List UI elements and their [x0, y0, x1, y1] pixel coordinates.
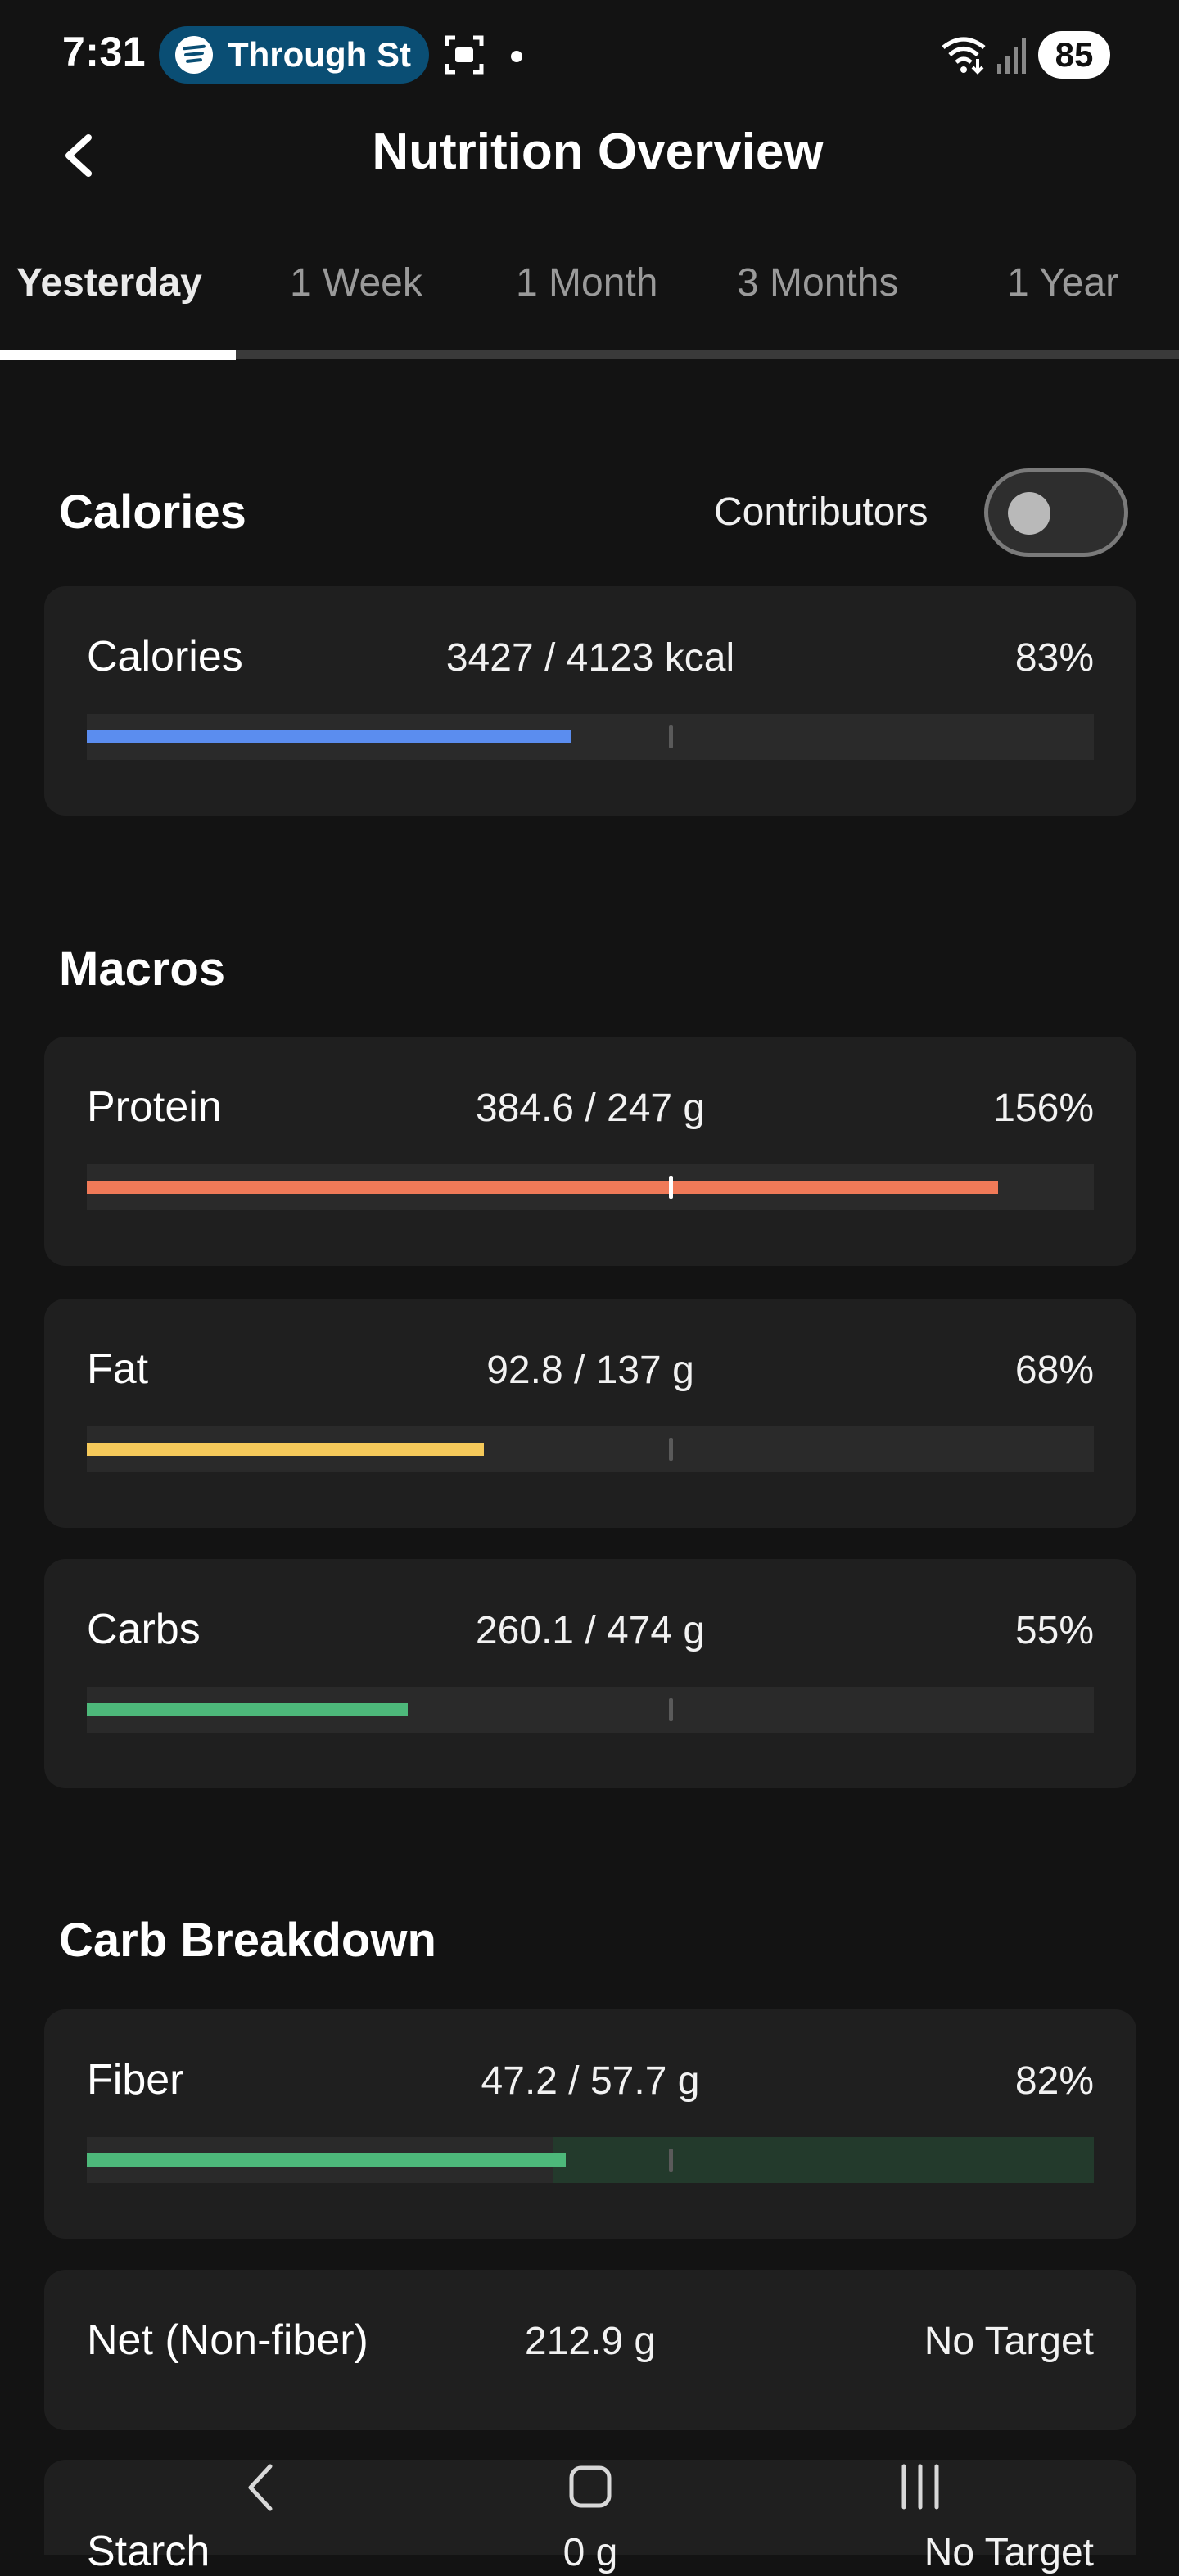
contributors-toggle[interactable]: [984, 468, 1128, 557]
tab-yesterday[interactable]: Yesterday: [16, 260, 202, 305]
net-non-fiber-card[interactable]: Net (Non-fiber) 212.9 g No Target: [44, 2270, 1136, 2430]
nutrient-amount: 92.8 / 137 g: [486, 1349, 694, 1392]
section-title-macros: Macros: [59, 942, 226, 996]
nutrient-percent: 82%: [1014, 2059, 1094, 2103]
nutrient-amount: 47.2 / 57.7 g: [481, 2059, 700, 2103]
notification-dot: [511, 51, 522, 62]
calories-card[interactable]: Calories 3427 / 4123 kcal 83%: [44, 586, 1136, 816]
tab-1-week[interactable]: 1 Week: [290, 260, 422, 305]
target-marker: [669, 1698, 674, 1721]
nutrient-percent: 68%: [1014, 1349, 1094, 1392]
spotify-icon: [175, 36, 213, 74]
fiber-card[interactable]: Fiber 47.2 / 57.7 g 82%: [44, 2009, 1136, 2239]
progress-track: [87, 2137, 1094, 2183]
nutrient-percent: No Target: [924, 2531, 1094, 2574]
nav-back-icon[interactable]: [242, 2461, 278, 2514]
screenshot-icon: [445, 35, 484, 75]
progress-fill: [87, 1181, 998, 1194]
target-marker: [669, 1438, 674, 1461]
contributors-label: Contributors: [714, 490, 928, 534]
toggle-knob: [1008, 492, 1050, 535]
progress-fill: [87, 1703, 409, 1716]
progress-track: [87, 1687, 1094, 1733]
nutrient-amount: 260.1 / 474 g: [475, 1609, 706, 1652]
progress-fill: [87, 1443, 485, 1456]
tab-1-month[interactable]: 1 Month: [516, 260, 657, 305]
progress-track: [87, 1164, 1094, 1210]
page-title: Nutrition Overview: [372, 124, 824, 180]
section-title-calories: Calories: [59, 486, 246, 539]
nutrient-amount: 3427 / 4123 kcal: [445, 636, 735, 680]
media-notification-pill[interactable]: Through St: [159, 26, 429, 84]
media-title: Through St: [228, 35, 411, 74]
nutrient-percent: 55%: [1014, 1609, 1094, 1652]
progress-track: [87, 714, 1094, 760]
nutrient-percent: 83%: [1014, 636, 1094, 680]
tab-indicator: [0, 350, 236, 360]
tab-3-months[interactable]: 3 Months: [737, 260, 898, 305]
tab-1-year[interactable]: 1 Year: [1007, 260, 1118, 305]
section-title-carb-breakdown: Carb Breakdown: [59, 1914, 436, 1967]
nutrient-amount: 384.6 / 247 g: [475, 1087, 706, 1130]
carbs-card[interactable]: Carbs 260.1 / 474 g 55%: [44, 1559, 1136, 1788]
target-marker: [669, 1176, 674, 1199]
progress-track: [87, 1426, 1094, 1472]
nutrient-percent: 156%: [993, 1087, 1094, 1130]
nutrient-percent: No Target: [924, 2320, 1094, 2363]
nav-recents-icon[interactable]: [897, 2463, 943, 2510]
fat-card[interactable]: Fat 92.8 / 137 g 68%: [44, 1299, 1136, 1528]
progress-fill: [87, 2153, 566, 2167]
progress-fill: [87, 730, 572, 743]
nav-home-icon[interactable]: [568, 2465, 612, 2509]
target-marker: [669, 2149, 674, 2172]
wifi-icon: [942, 37, 986, 75]
signal-icon: [997, 38, 1026, 74]
battery-badge: 85: [1038, 31, 1110, 79]
target-marker: [669, 725, 674, 748]
protein-card[interactable]: Protein 384.6 / 247 g 156%: [44, 1037, 1136, 1266]
status-time: 7:31: [62, 29, 147, 75]
target-range-band: [553, 2137, 1094, 2183]
